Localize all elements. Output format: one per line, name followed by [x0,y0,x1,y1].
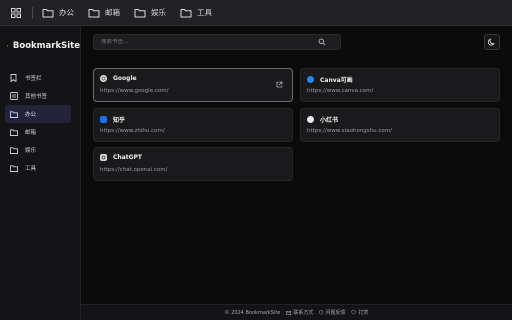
theme-toggle-button[interactable] [484,34,500,50]
folder-icon [180,8,192,17]
donate-link[interactable]: 打赏 [351,309,368,316]
contact-label: 联系方式 [293,310,314,316]
sidebar-item-label: 工具 [25,166,37,172]
heart-icon [351,310,357,315]
folder-icon [9,110,18,119]
top-item-entertainment[interactable]: 娱乐 [134,0,166,26]
sidebar-item-mail[interactable]: 邮箱 [5,123,71,141]
search-input[interactable] [94,39,318,45]
list-icon [9,92,18,101]
sidebar-item-bookmarks-bar[interactable]: 书签栏 [5,69,71,87]
sidebar: BookmarkSite 书签栏 其他书签 办公 邮箱 娱乐 工具 [0,26,81,320]
sidebar-item-label: 办公 [25,112,37,118]
sidebar-item-label: 书签栏 [25,76,42,82]
bookmark-url: https://www.zhihu.com/ [100,128,165,134]
top-item-label: 工具 [197,8,212,17]
bookmark-card-xiaohongshu[interactable]: 小红书 https://www.xiaohongshu.com/ [300,108,500,142]
contact-link[interactable]: 联系方式 [286,309,313,316]
brand-name: BookmarkSite [12,41,80,51]
zhihu-favicon [100,116,107,123]
bookmark-url: https://www.canva.com/ [307,88,374,94]
google-favicon [100,75,107,82]
bookmark-icon [9,74,18,83]
top-item-mail[interactable]: 邮箱 [88,0,120,26]
donate-label: 打赏 [358,310,369,316]
feedback-label: 问题反馈 [325,310,346,316]
canva-favicon [307,76,314,83]
search-icon[interactable] [318,38,326,46]
bookmark-title: ChatGPT [113,154,143,161]
sidebar-item-label: 其他书签 [25,94,48,100]
folder-icon [88,8,100,17]
bookmark-card-zhihu[interactable]: 知乎 https://www.zhihu.com/ [93,108,293,142]
top-item-label: 娱乐 [151,8,166,17]
sidebar-item-tools[interactable]: 工具 [5,159,71,177]
sidebar-item-other-bookmarks[interactable]: 其他书签 [5,87,71,105]
external-link-icon[interactable] [276,81,283,88]
bookmark-card-google[interactable]: Google https://www.google.com/ [93,68,293,102]
bookmark-card-chatgpt[interactable]: ChatGPT https://chat.openai.com/ [93,147,293,181]
feedback-link[interactable]: 问题反馈 [319,309,345,316]
bookmark-title: Canva可画 [320,77,353,84]
top-divider [32,6,33,19]
folder-icon [42,8,54,17]
bookmark-url: https://www.xiaohongshu.com/ [307,128,392,134]
top-bar: 办公 邮箱 娱乐 工具 [0,0,512,26]
folder-icon [134,8,146,17]
bookmark-title: Google [113,75,137,82]
top-item-label: 办公 [59,8,74,17]
copyright-text: © 2024 BookmarkSite [224,309,281,316]
bookmark-url: https://chat.openai.com/ [100,167,168,173]
sidebar-item-label: 娱乐 [25,148,37,154]
bookmark-title: 小红书 [320,117,339,124]
moon-icon [488,38,495,46]
brand[interactable]: BookmarkSite [0,26,80,66]
search-box [93,34,341,50]
top-item-label: 邮箱 [105,8,120,17]
mail-icon [286,310,292,315]
bookmark-logo-icon [7,45,8,47]
folder-icon [9,146,18,155]
top-item-tools[interactable]: 工具 [180,0,212,26]
shield-icon [319,310,324,315]
folder-icon [9,164,18,173]
bookmark-card-canva[interactable]: Canva可画 https://www.canva.com/ [300,68,500,102]
footer: © 2024 BookmarkSite 联系方式 问题反馈 打赏 [81,304,512,320]
grid-menu-icon[interactable] [9,6,23,20]
bookmark-title: 知乎 [113,117,126,124]
folder-icon [9,128,18,137]
sidebar-item-label: 邮箱 [25,130,37,136]
sidebar-nav: 书签栏 其他书签 办公 邮箱 娱乐 工具 [0,69,80,177]
sidebar-item-office[interactable]: 办公 [5,105,71,123]
xiaohongshu-favicon [307,116,314,123]
bookmark-url: https://www.google.com/ [100,88,169,94]
top-item-office[interactable]: 办公 [42,0,74,26]
sidebar-item-entertainment[interactable]: 娱乐 [5,141,71,159]
chatgpt-favicon [100,154,107,161]
